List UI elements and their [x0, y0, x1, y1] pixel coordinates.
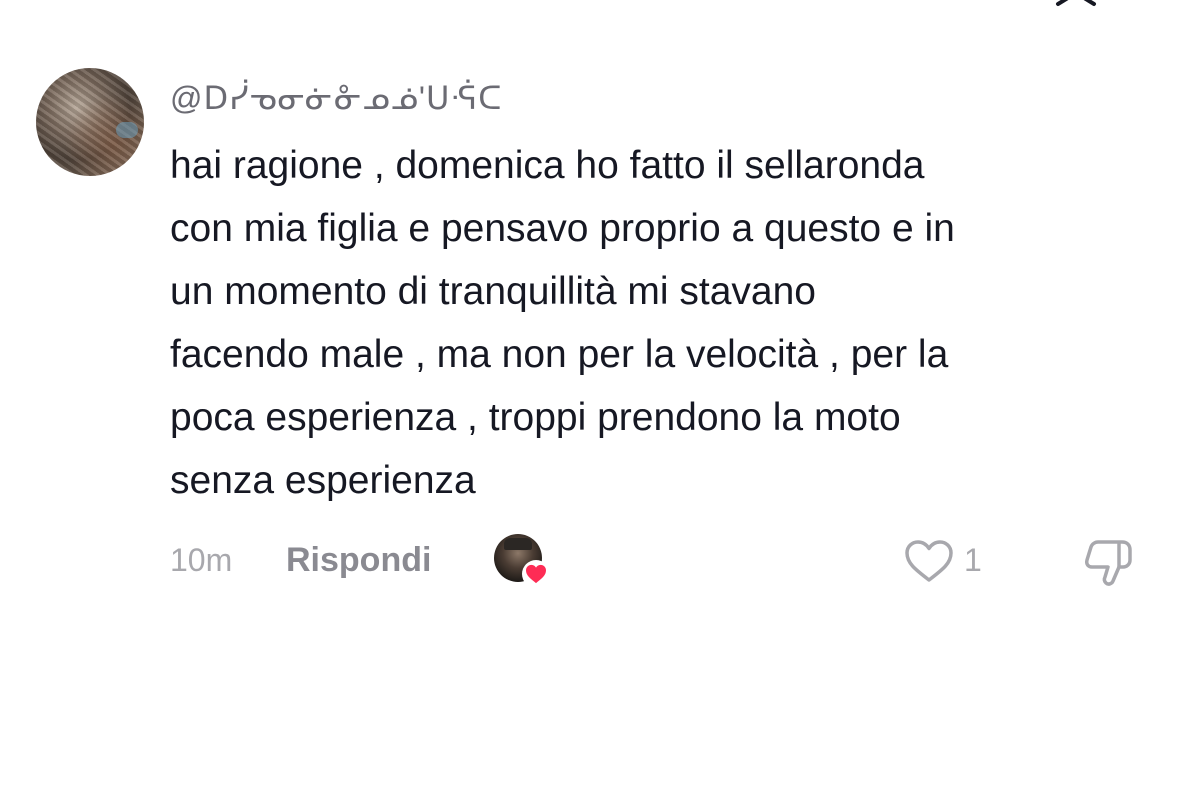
close-icon — [1056, 0, 1096, 6]
comment-text-line: facendo male , ma non per la velocità , … — [170, 333, 949, 376]
comment-text: hai ragione , domenica ho fatto il sella… — [170, 134, 1145, 512]
commenter-avatar[interactable] — [36, 68, 144, 176]
comment-text-line: hai ragione , domenica ho fatto il sella… — [170, 144, 925, 187]
like-count: 1 — [964, 542, 982, 578]
comment-timestamp: 10m — [170, 542, 233, 578]
comment-text-line: poca esperienza , troppi prendono la mot… — [170, 396, 901, 439]
dislike-button[interactable] — [1082, 536, 1134, 588]
heart-outline-icon — [905, 540, 953, 582]
creator-liked-badge — [494, 534, 550, 588]
comment-actions: 10m Rispondi 1 — [170, 532, 1140, 588]
comment-text-line: un momento di tranquillità mi stavano — [170, 270, 816, 313]
comments-header-title: 1 commento 1 — [0, 0, 1180, 8]
reply-button[interactable]: Rispondi — [286, 538, 431, 582]
close-button[interactable] — [1054, 0, 1098, 8]
thumbs-down-icon — [1085, 540, 1132, 586]
comment-text-line: con mia figlia e pensavo proprio a quest… — [170, 207, 955, 250]
comment-page: 1 commento 1 @ᗞᓰᓀᓂᓃᓁᓄᓅ'ᑌᕎᑕ hai ragione ,… — [0, 0, 1180, 794]
comment-content: @ᗞᓰᓀᓂᓃᓁᓄᓅ'ᑌᕎᑕ hai ragione , domenica ho … — [170, 76, 1150, 512]
comment-text-line: senza esperienza — [170, 459, 476, 502]
comment-username[interactable]: @ᗞᓰᓀᓂᓃᓁᓄᓅ'ᑌᕎᑕ — [170, 76, 1150, 120]
like-button[interactable] — [904, 538, 954, 584]
heart-filled-icon — [522, 560, 550, 588]
